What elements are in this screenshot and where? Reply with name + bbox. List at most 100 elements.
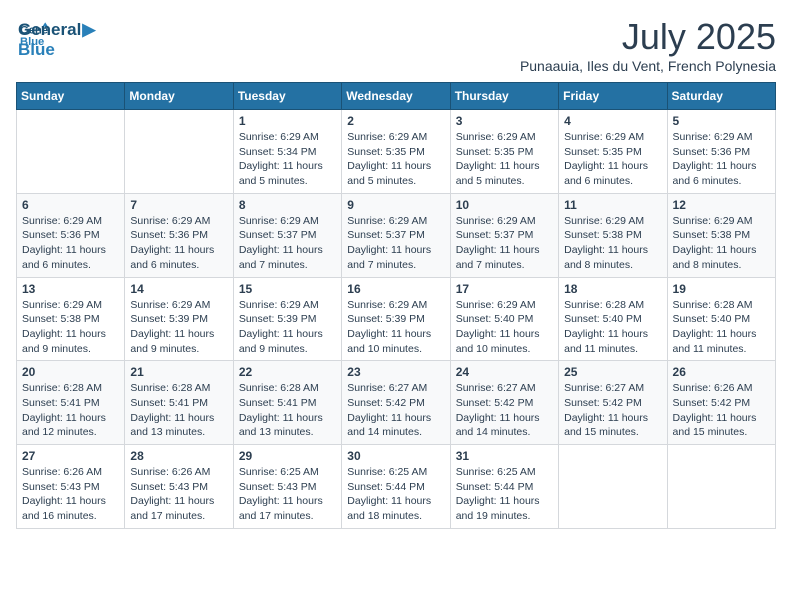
day-number: 19	[673, 282, 770, 296]
day-number: 27	[22, 449, 119, 463]
calendar-cell: 21 Sunrise: 6:28 AMSunset: 5:41 PMDayligh…	[125, 361, 233, 445]
day-number: 29	[239, 449, 336, 463]
day-number: 2	[347, 114, 444, 128]
calendar-cell: 17Sunrise: 6:29 AMSunset: 5:40 PMDayligh…	[450, 277, 558, 361]
calendar-cell: 8 Sunrise: 6:29 AMSunset: 5:37 PMDaylight…	[233, 193, 341, 277]
calendar-cell: 2 Sunrise: 6:29 AMSunset: 5:35 PMDaylight…	[342, 110, 450, 194]
header-monday: Monday	[125, 83, 233, 110]
calendar-cell: 3 Sunrise: 6:29 AMSunset: 5:35 PMDaylight…	[450, 110, 558, 194]
day-info: Sunrise: 6:29 AMSunset: 5:35 PMDaylight:…	[347, 130, 444, 189]
day-number: 16	[347, 282, 444, 296]
day-number: 30	[347, 449, 444, 463]
day-info: Sunrise: 6:27 AMSunset: 5:42 PMDaylight:…	[564, 381, 661, 440]
calendar-body: 1 Sunrise: 6:29 AMSunset: 5:34 PMDaylight…	[17, 110, 776, 529]
calendar-cell: 14Sunrise: 6:29 AMSunset: 5:39 PMDayligh…	[125, 277, 233, 361]
calendar-cell: 27Sunrise: 6:26 AMSunset: 5:43 PMDayligh…	[17, 445, 125, 529]
day-info: Sunrise: 6:29 AMSunset: 5:37 PMDaylight:…	[456, 214, 553, 273]
day-info: Sunrise: 6:29 AMSunset: 5:37 PMDaylight:…	[347, 214, 444, 273]
calendar-cell	[17, 110, 125, 194]
day-number: 11	[564, 198, 661, 212]
calendar-cell: 4 Sunrise: 6:29 AMSunset: 5:35 PMDaylight…	[559, 110, 667, 194]
calendar-cell: 20 Sunrise: 6:28 AMSunset: 5:41 PMDayligh…	[17, 361, 125, 445]
calendar-cell: 25Sunrise: 6:27 AMSunset: 5:42 PMDayligh…	[559, 361, 667, 445]
day-number: 15	[239, 282, 336, 296]
calendar-cell: 11 Sunrise: 6:29 AMSunset: 5:38 PMDayligh…	[559, 193, 667, 277]
calendar-cell: 24Sunrise: 6:27 AMSunset: 5:42 PMDayligh…	[450, 361, 558, 445]
logo: General Blue General▶ Blue	[16, 16, 95, 59]
month-title: July 2025	[520, 16, 776, 58]
location-subtitle: Punaauia, Iles du Vent, French Polynesia	[520, 58, 776, 74]
page-header: General Blue General▶ Blue July 2025 Pun…	[16, 16, 776, 74]
day-number: 5	[673, 114, 770, 128]
calendar-cell: 29Sunrise: 6:25 AMSunset: 5:43 PMDayligh…	[233, 445, 341, 529]
calendar-cell	[125, 110, 233, 194]
calendar-cell	[559, 445, 667, 529]
day-info: Sunrise: 6:29 AMSunset: 5:34 PMDaylight:…	[239, 130, 336, 189]
day-number: 13	[22, 282, 119, 296]
day-number: 20	[22, 365, 119, 379]
day-number: 24	[456, 365, 553, 379]
day-info: Sunrise: 6:28 AMSunset: 5:40 PMDaylight:…	[673, 298, 770, 357]
day-number: 21	[130, 365, 227, 379]
calendar-cell: 18 Sunrise: 6:28 AMSunset: 5:40 PMDayligh…	[559, 277, 667, 361]
header-sunday: Sunday	[17, 83, 125, 110]
calendar-cell: 15 Sunrise: 6:29 AMSunset: 5:39 PMDayligh…	[233, 277, 341, 361]
calendar-table: SundayMondayTuesdayWednesdayThursdayFrid…	[16, 82, 776, 529]
day-number: 1	[239, 114, 336, 128]
day-info: Sunrise: 6:28 AMSunset: 5:41 PMDaylight:…	[22, 381, 119, 440]
day-number: 3	[456, 114, 553, 128]
calendar-cell: 13 Sunrise: 6:29 AMSunset: 5:38 PMDayligh…	[17, 277, 125, 361]
calendar-cell: 16Sunrise: 6:29 AMSunset: 5:39 PMDayligh…	[342, 277, 450, 361]
day-info: Sunrise: 6:25 AMSunset: 5:44 PMDaylight:…	[456, 465, 553, 524]
day-number: 26	[673, 365, 770, 379]
day-info: Sunrise: 6:26 AMSunset: 5:42 PMDaylight:…	[673, 381, 770, 440]
day-number: 9	[347, 198, 444, 212]
day-number: 18	[564, 282, 661, 296]
day-info: Sunrise: 6:29 AMSunset: 5:38 PMDaylight:…	[673, 214, 770, 273]
calendar-cell: 5 Sunrise: 6:29 AMSunset: 5:36 PMDaylight…	[667, 110, 775, 194]
calendar-cell: 28 Sunrise: 6:26 AMSunset: 5:43 PMDayligh…	[125, 445, 233, 529]
day-info: Sunrise: 6:29 AMSunset: 5:39 PMDaylight:…	[239, 298, 336, 357]
calendar-cell: 1 Sunrise: 6:29 AMSunset: 5:34 PMDaylight…	[233, 110, 341, 194]
calendar-cell: 31 Sunrise: 6:25 AMSunset: 5:44 PMDayligh…	[450, 445, 558, 529]
day-info: Sunrise: 6:29 AMSunset: 5:36 PMDaylight:…	[130, 214, 227, 273]
day-info: Sunrise: 6:28 AMSunset: 5:41 PMDaylight:…	[130, 381, 227, 440]
calendar-cell: 30 Sunrise: 6:25 AMSunset: 5:44 PMDayligh…	[342, 445, 450, 529]
calendar-cell: 6Sunrise: 6:29 AMSunset: 5:36 PMDaylight…	[17, 193, 125, 277]
day-info: Sunrise: 6:28 AMSunset: 5:40 PMDaylight:…	[564, 298, 661, 357]
day-info: Sunrise: 6:29 AMSunset: 5:37 PMDaylight:…	[239, 214, 336, 273]
day-info: Sunrise: 6:29 AMSunset: 5:35 PMDaylight:…	[564, 130, 661, 189]
day-info: Sunrise: 6:29 AMSunset: 5:38 PMDaylight:…	[564, 214, 661, 273]
day-number: 28	[130, 449, 227, 463]
day-number: 4	[564, 114, 661, 128]
day-number: 8	[239, 198, 336, 212]
header-thursday: Thursday	[450, 83, 558, 110]
day-info: Sunrise: 6:29 AMSunset: 5:40 PMDaylight:…	[456, 298, 553, 357]
calendar-cell: 7 Sunrise: 6:29 AMSunset: 5:36 PMDaylight…	[125, 193, 233, 277]
calendar-cell: 22Sunrise: 6:28 AMSunset: 5:41 PMDayligh…	[233, 361, 341, 445]
calendar-cell: 12Sunrise: 6:29 AMSunset: 5:38 PMDayligh…	[667, 193, 775, 277]
calendar-cell: 10 Sunrise: 6:29 AMSunset: 5:37 PMDayligh…	[450, 193, 558, 277]
header-friday: Friday	[559, 83, 667, 110]
day-info: Sunrise: 6:29 AMSunset: 5:38 PMDaylight:…	[22, 298, 119, 357]
day-number: 10	[456, 198, 553, 212]
calendar-week-1: 1 Sunrise: 6:29 AMSunset: 5:34 PMDaylight…	[17, 110, 776, 194]
calendar-cell: 26 Sunrise: 6:26 AMSunset: 5:42 PMDayligh…	[667, 361, 775, 445]
day-info: Sunrise: 6:29 AMSunset: 5:36 PMDaylight:…	[673, 130, 770, 189]
logo-line2: Blue	[18, 40, 95, 60]
day-info: Sunrise: 6:29 AMSunset: 5:35 PMDaylight:…	[456, 130, 553, 189]
day-info: Sunrise: 6:25 AMSunset: 5:44 PMDaylight:…	[347, 465, 444, 524]
calendar-week-5: 27 Sunrise: 6:26 AMSunset: 5:43 PMDayligh…	[17, 445, 776, 529]
day-number: 7	[130, 198, 227, 212]
logo-line1: General	[18, 20, 81, 39]
day-number: 31	[456, 449, 553, 463]
day-number: 22	[239, 365, 336, 379]
title-block: July 2025 Punaauia, Iles du Vent, French…	[520, 16, 776, 74]
calendar-cell	[667, 445, 775, 529]
day-info: Sunrise: 6:29 AMSunset: 5:36 PMDaylight:…	[22, 214, 119, 273]
day-info: Sunrise: 6:29 AMSunset: 5:39 PMDaylight:…	[130, 298, 227, 357]
day-number: 23	[347, 365, 444, 379]
calendar-header-row: SundayMondayTuesdayWednesdayThursdayFrid…	[17, 83, 776, 110]
calendar-cell: 23Sunrise: 6:27 AMSunset: 5:42 PMDayligh…	[342, 361, 450, 445]
day-info: Sunrise: 6:26 AMSunset: 5:43 PMDaylight:…	[130, 465, 227, 524]
